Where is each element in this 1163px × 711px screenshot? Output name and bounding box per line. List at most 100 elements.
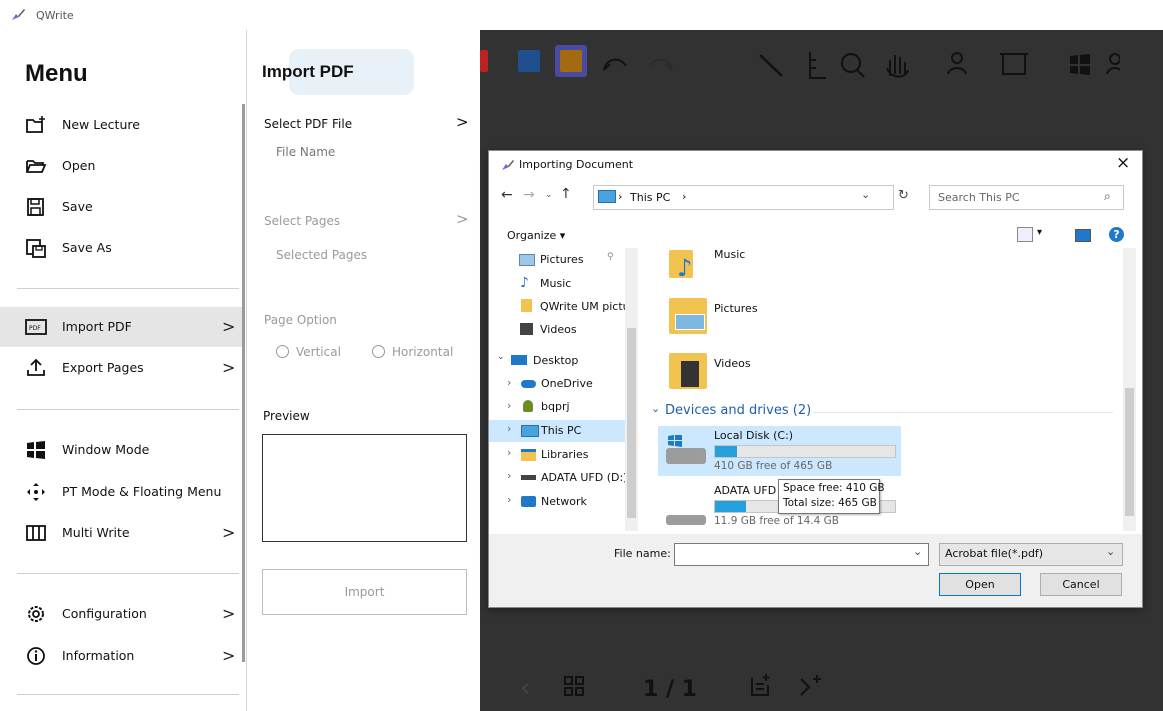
back-arrow-icon[interactable]: ← bbox=[501, 187, 513, 203]
folder-item-music[interactable]: ♪ bbox=[669, 248, 695, 283]
file-type-dropdown-icon[interactable]: ⌄ bbox=[1106, 545, 1115, 558]
folder-label-videos[interactable]: Videos bbox=[714, 357, 751, 370]
collapse-chevron-icon[interactable]: › bbox=[507, 469, 511, 482]
collapse-chevron-icon[interactable]: › bbox=[507, 422, 511, 435]
menu-item-label: Information bbox=[62, 648, 135, 663]
hand-icon[interactable] bbox=[886, 55, 909, 78]
select-pdf-file-row[interactable]: Select PDF File > bbox=[262, 113, 472, 135]
search-input[interactable]: Search This PC ⌕ bbox=[929, 185, 1124, 210]
menu-item-save-as[interactable]: Save As bbox=[0, 228, 242, 268]
up-arrow-icon[interactable]: ↑ bbox=[560, 186, 572, 202]
close-icon[interactable]: × bbox=[1116, 153, 1130, 173]
board-icon[interactable] bbox=[1000, 53, 1028, 75]
menu-item-multi-write[interactable]: Multi Write > bbox=[0, 513, 242, 553]
collapse-chevron-icon[interactable]: › bbox=[507, 446, 511, 459]
menu-title: Menu bbox=[25, 60, 88, 87]
forward-arrow-icon[interactable]: → bbox=[523, 187, 535, 203]
computer-icon bbox=[521, 425, 539, 437]
tree-item-music[interactable]: Music bbox=[540, 277, 571, 290]
folder-label-pictures[interactable]: Pictures bbox=[714, 302, 758, 315]
tree-item-onedrive[interactable]: OneDrive bbox=[541, 377, 593, 390]
refresh-icon[interactable]: ↻ bbox=[898, 188, 909, 203]
group-chevron-icon[interactable]: ⌄ bbox=[651, 402, 660, 415]
prev-page-button[interactable]: ‹ bbox=[520, 673, 530, 703]
folder-item-videos[interactable] bbox=[669, 351, 709, 391]
file-type-select[interactable]: Acrobat file(*.pdf) ⌄ bbox=[939, 543, 1123, 566]
drive-item-local-disk[interactable]: Local Disk (C:) 410 GB free of 465 GB bbox=[658, 426, 901, 476]
redo-icon[interactable] bbox=[649, 58, 673, 71]
windows-icon[interactable] bbox=[1070, 54, 1090, 75]
tree-item-qwrite-pictures[interactable]: QWrite UM pictu bbox=[540, 300, 625, 313]
color-selected-frame[interactable] bbox=[555, 45, 587, 77]
file-name-input[interactable]: ⌄ bbox=[674, 543, 929, 566]
address-dropdown-icon[interactable]: ⌄ bbox=[861, 188, 870, 201]
tree-item-videos[interactable]: Videos bbox=[540, 323, 577, 336]
file-name-label: File name: bbox=[614, 547, 671, 560]
tree-item-pictures[interactable]: Pictures bbox=[540, 253, 584, 266]
preview-pane-icon[interactable] bbox=[1075, 229, 1091, 242]
select-pages-row[interactable]: Select Pages > bbox=[262, 210, 472, 232]
help-icon[interactable]: ? bbox=[1109, 227, 1124, 242]
line-tool-icon[interactable] bbox=[759, 54, 783, 77]
recent-dropdown-icon[interactable]: ⌄ bbox=[545, 190, 553, 200]
people-search-icon[interactable] bbox=[947, 52, 967, 75]
film-strip-icon bbox=[681, 361, 699, 387]
multi-write-icon bbox=[26, 525, 46, 541]
view-dropdown-icon[interactable]: ▾ bbox=[1037, 227, 1042, 238]
menu-item-label: New Lecture bbox=[62, 117, 140, 132]
file-name-label: File Name bbox=[276, 145, 336, 159]
folder-label-music[interactable]: Music bbox=[714, 248, 745, 261]
menu-item-export-pages[interactable]: Export Pages > bbox=[0, 348, 242, 388]
organize-menu[interactable]: Organize ▾ bbox=[507, 229, 565, 242]
tree-item-desktop[interactable]: Desktop bbox=[533, 354, 578, 367]
cancel-button[interactable]: Cancel bbox=[1040, 573, 1122, 596]
file-name-dropdown-icon[interactable]: ⌄ bbox=[913, 545, 922, 558]
page-list-icon[interactable] bbox=[750, 673, 772, 697]
undo-icon[interactable] bbox=[603, 58, 627, 71]
import-button[interactable]: Import bbox=[262, 569, 467, 615]
ruler-icon[interactable] bbox=[809, 52, 826, 79]
menu-item-window-mode[interactable]: Window Mode bbox=[0, 430, 242, 470]
tree-scrollbar-thumb[interactable] bbox=[627, 328, 636, 518]
menu-item-import-pdf[interactable]: PDF Import PDF > bbox=[0, 307, 242, 347]
menu-item-new-lecture[interactable]: New Lecture bbox=[0, 105, 242, 145]
group-divider bbox=[813, 412, 1113, 413]
user-icon[interactable] bbox=[1106, 53, 1120, 75]
pane-title: Import PDF bbox=[262, 62, 354, 81]
menu-item-save[interactable]: Save bbox=[0, 187, 242, 227]
save-icon bbox=[27, 198, 44, 216]
tree-item-libraries[interactable]: Libraries bbox=[541, 448, 589, 461]
menu-item-configuration[interactable]: Configuration > bbox=[0, 594, 242, 634]
menu-item-label: Configuration bbox=[62, 606, 147, 621]
music-note-icon: ♪ bbox=[677, 254, 693, 282]
svg-text:PDF: PDF bbox=[29, 325, 41, 332]
breadcrumb-this-pc[interactable]: This PC bbox=[630, 191, 670, 204]
devices-header[interactable]: Devices and drives (2) bbox=[665, 403, 811, 418]
file-open-dialog: Importing Document × ← → ⌄ ↑ › This PC ›… bbox=[488, 150, 1143, 608]
view-options-icon[interactable] bbox=[1017, 227, 1033, 242]
folder-item-pictures[interactable] bbox=[669, 296, 709, 336]
grid-view-icon[interactable] bbox=[563, 675, 585, 697]
color-red-swatch[interactable] bbox=[480, 50, 488, 72]
menu-item-pt-mode[interactable]: PT Mode & Floating Menu bbox=[0, 472, 242, 512]
tree-item-adata[interactable]: ADATA UFD (D:) bbox=[541, 471, 627, 484]
menu-item-information[interactable]: Information > bbox=[0, 636, 242, 676]
tree-item-this-pc[interactable]: This PC bbox=[541, 424, 581, 437]
files-scrollbar-thumb[interactable] bbox=[1125, 388, 1134, 516]
drive-name: Local Disk (C:) bbox=[714, 429, 794, 442]
tree-item-network[interactable]: Network bbox=[541, 495, 587, 508]
tree-item-bqprj[interactable]: bqprj bbox=[541, 400, 570, 413]
search-icon[interactable] bbox=[840, 52, 865, 78]
expand-chevron-icon[interactable]: ⌄ bbox=[497, 352, 505, 362]
collapse-chevron-icon[interactable]: › bbox=[507, 399, 511, 412]
collapse-chevron-icon[interactable]: › bbox=[507, 376, 511, 389]
open-button[interactable]: Open bbox=[939, 573, 1021, 596]
add-page-icon[interactable] bbox=[797, 673, 823, 699]
menu-item-open[interactable]: Open bbox=[0, 146, 242, 186]
file-type-value: Acrobat file(*.pdf) bbox=[945, 547, 1044, 560]
menu-scrollbar[interactable] bbox=[242, 104, 245, 662]
select-pdf-file-label: Select PDF File bbox=[264, 117, 353, 131]
address-bar[interactable]: › This PC › ⌄ bbox=[593, 185, 894, 210]
color-blue-swatch[interactable] bbox=[518, 50, 540, 72]
collapse-chevron-icon[interactable]: › bbox=[507, 493, 511, 506]
